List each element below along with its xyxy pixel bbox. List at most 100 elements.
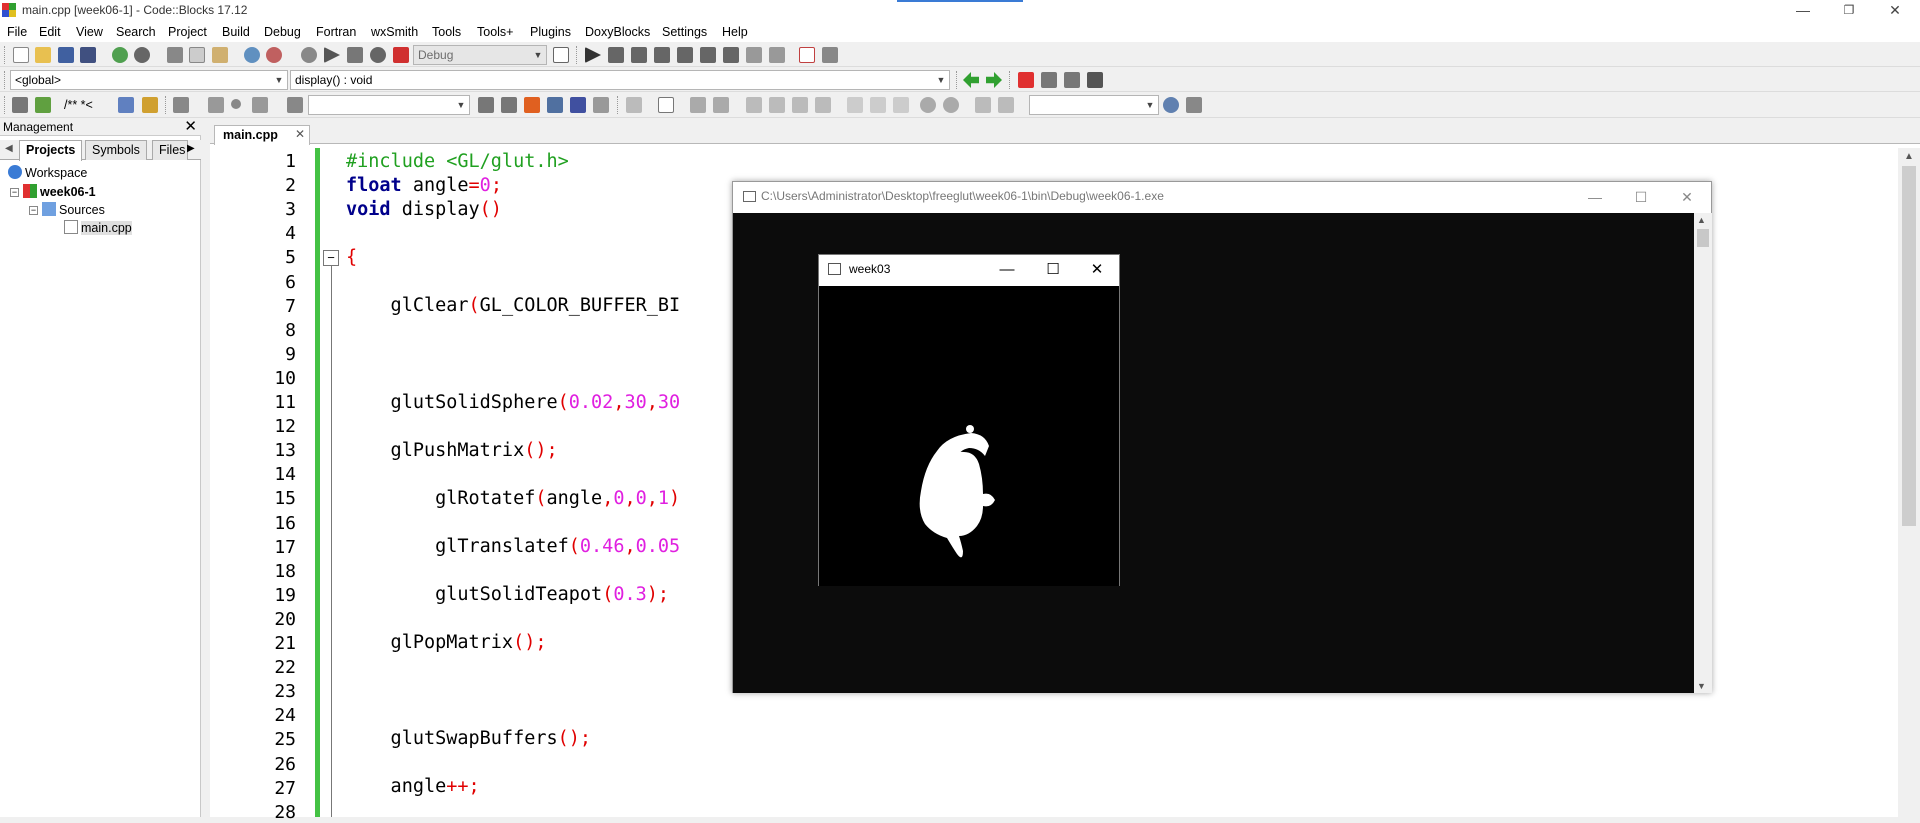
next-line-icon[interactable] (631, 47, 647, 63)
menu-project[interactable]: Project (168, 25, 207, 39)
save-icon[interactable] (58, 47, 74, 63)
incremental-search-input[interactable]: ▼ (308, 95, 470, 115)
menu-tools[interactable]: Tools (432, 25, 461, 39)
rebuild-icon[interactable] (370, 47, 386, 63)
tab-main-cpp[interactable]: main.cpp ✕ (214, 125, 310, 145)
scroll-up-icon[interactable]: ▲ (1898, 151, 1920, 162)
use-regex-icon[interactable] (593, 97, 609, 113)
layout-1-icon[interactable] (746, 97, 762, 113)
symbol-search-icon[interactable] (1163, 97, 1179, 113)
symbol-search-input[interactable]: ▼ (1029, 95, 1159, 115)
shape-icon[interactable] (713, 97, 729, 113)
menu-doxyblocks[interactable]: DoxyBlocks (585, 25, 650, 39)
menu-edit[interactable]: Edit (39, 25, 61, 39)
menu-build[interactable]: Build (222, 25, 250, 39)
tab-scroll-right-icon[interactable]: ▶ (187, 143, 195, 154)
console-scrollbar-thumb[interactable] (1697, 229, 1709, 247)
run-html-icon[interactable] (118, 97, 134, 113)
stop-debug-icon[interactable] (769, 47, 785, 63)
menu-debug[interactable]: Debug (264, 25, 301, 39)
restore-button[interactable]: ❐ (1826, 0, 1872, 22)
management-close-icon[interactable]: ✕ (184, 118, 197, 135)
tab-projects[interactable]: Projects (19, 140, 83, 161)
code-line-7[interactable]: glClear(GL_COLOR_BUFFER_BI (346, 295, 681, 316)
tree-file-main[interactable]: main.cpp (64, 220, 132, 235)
tab-symbols[interactable]: Symbols (85, 140, 147, 160)
debug-info-icon[interactable] (822, 47, 838, 63)
scope-select[interactable]: <global> ▼ (10, 70, 288, 90)
editor-scrollbar[interactable]: ▲ (1898, 148, 1920, 817)
code-line-21[interactable]: glPopMatrix(); (346, 632, 547, 653)
next-instruction-icon[interactable] (700, 47, 716, 63)
code-line-17[interactable]: glTranslatef(0.46,0.05 (346, 536, 680, 557)
console-close-button[interactable]: ✕ (1665, 182, 1709, 212)
doxywizard-icon[interactable] (12, 97, 28, 113)
zoom-out-icon[interactable] (943, 97, 959, 113)
jump-back-icon[interactable] (963, 72, 979, 88)
regex-icon[interactable] (287, 97, 303, 113)
minimize-button[interactable]: — (1780, 0, 1826, 22)
menu-tools-plus[interactable]: Tools+ (477, 25, 513, 39)
new-file-icon[interactable] (13, 47, 29, 63)
jump-forward-icon[interactable] (986, 72, 1002, 88)
save-all-icon[interactable] (80, 47, 96, 63)
layout-3-icon[interactable] (792, 97, 808, 113)
code-line-5[interactable]: { (346, 247, 357, 268)
function-select[interactable]: display() : void ▼ (290, 70, 950, 90)
pause-icon[interactable] (746, 47, 762, 63)
selected-text-only-icon[interactable] (547, 97, 563, 113)
doxy-comment-button[interactable]: /** *< (64, 98, 93, 112)
menu-plugins[interactable]: Plugins (530, 25, 571, 39)
scrollbar-thumb[interactable] (1902, 166, 1916, 526)
menu-search[interactable]: Search (116, 25, 156, 39)
code-line-25[interactable]: glutSwapBuffers(); (346, 728, 592, 749)
extract-docs-icon[interactable] (35, 97, 51, 113)
abort-icon[interactable] (393, 47, 409, 63)
first-icon[interactable] (208, 97, 224, 113)
cut-icon[interactable] (167, 47, 183, 63)
tab-scroll-left-icon[interactable]: ◀ (5, 143, 13, 154)
code-line-13[interactable]: glPushMatrix(); (346, 440, 558, 461)
menu-file[interactable]: File (7, 25, 27, 39)
match-case-icon[interactable] (570, 97, 586, 113)
tree-workspace[interactable]: Workspace (8, 165, 87, 180)
code-line-15[interactable]: glRotatef(angle,0,0,1) (346, 488, 680, 509)
find-prev-icon[interactable] (478, 97, 494, 113)
menu-fortran[interactable]: Fortran (316, 25, 356, 39)
collapse-icon[interactable]: − (29, 206, 38, 215)
layout-4-icon[interactable] (815, 97, 831, 113)
zoom-in-icon[interactable] (920, 97, 936, 113)
console-minimize-button[interactable]: — (1573, 182, 1617, 212)
redo-icon[interactable] (134, 47, 150, 63)
glut-maximize-button[interactable]: ☐ (1031, 255, 1075, 285)
frame-2-icon[interactable] (870, 97, 886, 113)
open-folder-icon[interactable] (35, 47, 51, 63)
debug-continue-icon[interactable] (585, 47, 601, 63)
frame-3-icon[interactable] (893, 97, 909, 113)
tree-project[interactable]: − week06-1 (10, 184, 96, 199)
image-icon[interactable] (690, 97, 706, 113)
find-icon[interactable] (244, 47, 260, 63)
undo-icon[interactable] (112, 47, 128, 63)
rectangle-icon[interactable] (658, 97, 674, 113)
toggle-bookmark-icon[interactable] (1018, 72, 1034, 88)
paste-icon[interactable] (212, 47, 228, 63)
menu-help[interactable]: Help (722, 25, 748, 39)
pointer-icon[interactable] (626, 97, 642, 113)
collapse-icon[interactable]: − (10, 188, 19, 197)
step-out-icon[interactable] (677, 47, 693, 63)
replace-icon[interactable] (266, 47, 282, 63)
build-run-icon[interactable] (347, 47, 363, 63)
scroll-down-icon[interactable]: ▼ (1697, 681, 1706, 691)
scroll-up-icon[interactable]: ▲ (1697, 215, 1706, 225)
build-gear-icon[interactable] (301, 47, 317, 63)
console-scrollbar[interactable]: ▲ ▼ (1694, 213, 1712, 693)
glut-minimize-button[interactable]: — (985, 255, 1029, 285)
wrench-icon[interactable] (173, 97, 189, 113)
glut-window[interactable]: week03 — ☐ ✕ (818, 254, 1120, 586)
tab-files[interactable]: Files (152, 140, 188, 160)
code-line-11[interactable]: glutSolidSphere(0.02,30,30 (346, 392, 681, 413)
highlight-icon[interactable] (524, 97, 540, 113)
close-button[interactable]: ✕ (1872, 0, 1918, 22)
clear-bookmarks-icon[interactable] (1087, 72, 1103, 88)
